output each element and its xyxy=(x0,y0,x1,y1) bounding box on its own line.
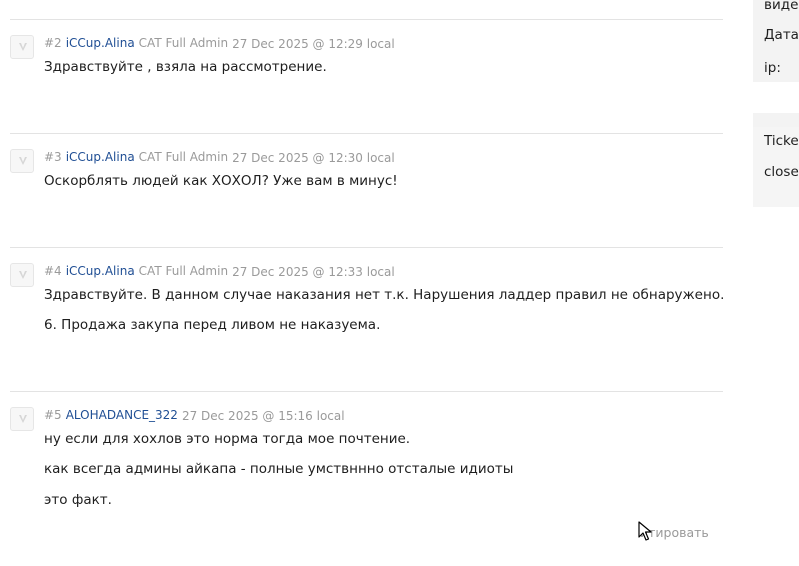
avatar-placeholder-icon xyxy=(19,415,27,423)
info-text: виде xyxy=(764,0,799,13)
author-role: CAT Full Admin xyxy=(138,150,229,164)
avatar[interactable] xyxy=(10,407,34,431)
date-label: Дата xyxy=(764,27,799,43)
mouse-cursor-icon xyxy=(638,521,652,541)
avatar-placeholder-icon xyxy=(19,43,27,51)
status-closed: close xyxy=(764,164,799,180)
post-date: 27 Dec 2025 @ 12:33 local xyxy=(232,265,395,279)
post-divider xyxy=(10,391,723,392)
post-number[interactable]: #4 xyxy=(44,264,62,278)
post-text: ну если для хохлов это норма тогда мое п… xyxy=(44,431,411,447)
author-link[interactable]: iCCup.Alina xyxy=(66,150,135,164)
author-link[interactable]: iCCup.Alina xyxy=(66,264,135,278)
ticket-label: Ticke xyxy=(764,133,799,149)
post-divider xyxy=(10,19,723,20)
avatar[interactable] xyxy=(10,35,34,59)
post-number[interactable]: #2 xyxy=(44,36,62,50)
post-text: это факт. xyxy=(44,492,112,508)
post-header: #3 iCCup.Alina CAT Full Admin 27 Dec 2025 @… xyxy=(44,149,395,165)
author-link[interactable]: iCCup.Alina xyxy=(66,36,135,50)
post-number[interactable]: #5 xyxy=(44,408,62,422)
author-role: CAT Full Admin xyxy=(138,264,229,278)
avatar[interactable] xyxy=(10,263,34,287)
post-header: #5 ALOHADANCE_322 27 Dec 2025 @ 15:16 loca… xyxy=(44,407,345,423)
author-role: CAT Full Admin xyxy=(138,36,229,50)
post-text: как всегда админы айкапа - полные умствн… xyxy=(44,461,514,477)
post-text: Оскорблять людей как ХОХОЛ? Уже вам в ми… xyxy=(44,173,398,189)
post-text: Здравствуйте. В данном случае наказания … xyxy=(44,287,725,303)
post-date: 27 Dec 2025 @ 12:30 local xyxy=(232,151,395,165)
post-date: 27 Dec 2025 @ 12:29 local xyxy=(232,37,395,51)
post-header: #4 iCCup.Alina CAT Full Admin 27 Dec 2025 @… xyxy=(44,263,395,279)
post-divider xyxy=(10,133,723,134)
post-divider xyxy=(10,247,723,248)
post-number[interactable]: #3 xyxy=(44,150,62,164)
sidebar-spacer xyxy=(753,113,799,127)
post-date: 27 Dec 2025 @ 15:16 local xyxy=(181,409,345,423)
avatar-placeholder-icon xyxy=(19,157,27,165)
ticket-status-panel: Ticke close xyxy=(753,127,799,207)
avatar-placeholder-icon xyxy=(19,271,27,279)
author-link[interactable]: ALOHADANCE_322 xyxy=(66,408,178,422)
post-header: #2 iCCup.Alina CAT Full Admin 27 Dec 2025 @… xyxy=(44,35,395,51)
post-text: Здравствуйте , взяла на рассмотрение. xyxy=(44,59,327,75)
ticket-info-panel: виде Дата ip: xyxy=(753,0,799,82)
ticket-sidebar: виде Дата ip: Ticke close xyxy=(753,0,799,566)
post-text: 6. Продажа закупа перед ливом не наказуе… xyxy=(44,317,381,333)
avatar[interactable] xyxy=(10,149,34,173)
ticket-thread: #2 iCCup.Alina CAT Full Admin 27 Dec 2025 @… xyxy=(0,0,725,566)
ip-label: ip: xyxy=(764,60,781,76)
